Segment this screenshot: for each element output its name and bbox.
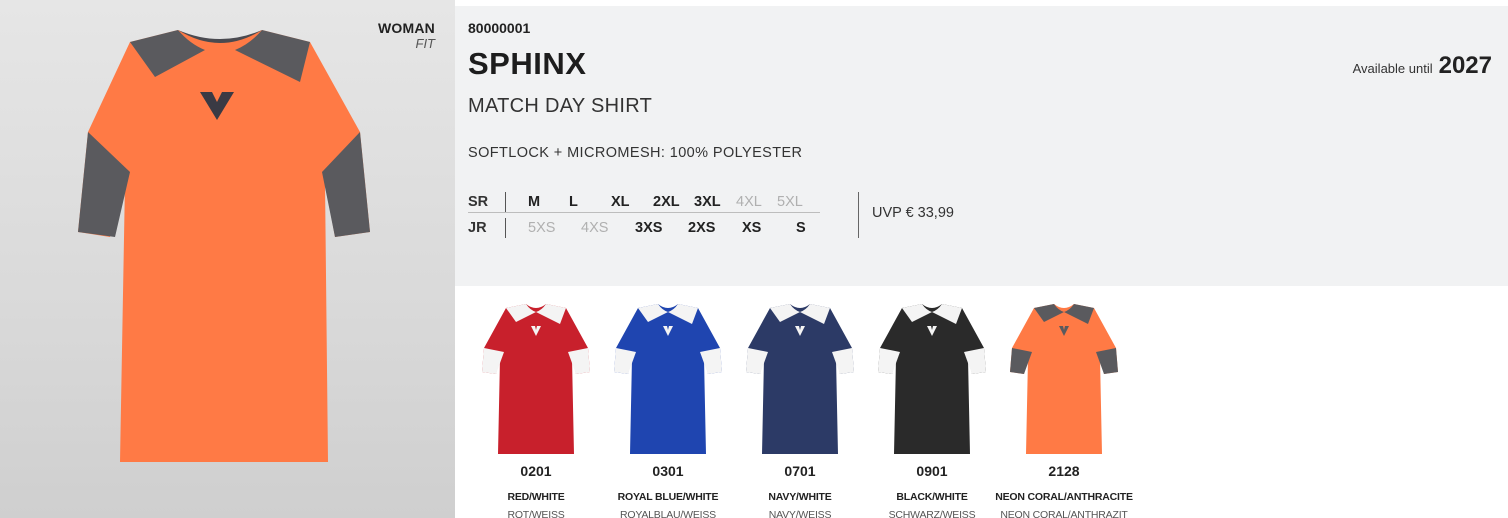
- variant-0701[interactable]: 0701 NAVY/WHITE NAVY/WEISS: [734, 300, 866, 518]
- shirt-body: [746, 304, 854, 454]
- size-sr-0: M: [528, 194, 541, 210]
- size-category-jr: JR: [468, 220, 487, 236]
- price-divider: [858, 192, 859, 238]
- variant-0301[interactable]: 0301 ROYAL BLUE/WHITE ROYALBLAU/WEISS: [602, 300, 734, 518]
- variant-shirt-image: [614, 304, 722, 454]
- variant-code: 0901: [916, 463, 948, 479]
- product-subtitle: MATCH DAY SHIRT: [468, 95, 653, 117]
- variant-code: 2128: [1048, 463, 1080, 479]
- product-code: 80000001: [468, 20, 531, 36]
- size-row-junior: JR 5XS 4XS 3XS 2XS XS S: [468, 218, 820, 240]
- color-variants: 0201 RED/WHITE ROT/WEISS 0301 ROYAL BLUE…: [470, 300, 1133, 518]
- hero-shirt-image: [78, 30, 370, 462]
- size-sr-2: XL: [611, 194, 630, 210]
- variant-shirt-image: [746, 304, 854, 454]
- variant-0201[interactable]: 0201 RED/WHITE ROT/WEISS: [470, 300, 602, 518]
- size-jr-5: S: [796, 220, 806, 236]
- fit-label: WOMAN FIT: [378, 20, 435, 51]
- size-jr-0: 5XS: [528, 220, 556, 236]
- variant-code: 0701: [784, 463, 816, 479]
- hero-image-panel: WOMAN FIT: [0, 0, 455, 518]
- variant-color-name: NAVY/WHITE: [768, 491, 832, 503]
- size-jr-1: 4XS: [581, 220, 609, 236]
- variant-2128[interactable]: 2128 NEON CORAL/ANTHRACITE NEON CORAL/AN…: [995, 300, 1133, 518]
- shirt-body: [878, 304, 986, 454]
- variant-shirt-image: [482, 304, 590, 454]
- product-name: SPHINX: [468, 46, 587, 81]
- size-row-senior: SR M L XL 2XL 3XL 4XL 5XL: [468, 192, 820, 214]
- size-jr-3: 2XS: [688, 220, 716, 236]
- variant-code: 0301: [652, 463, 684, 479]
- size-sr-3: 2XL: [653, 194, 680, 210]
- size-jr-2: 3XS: [635, 220, 663, 236]
- size-sr-5: 4XL: [736, 194, 762, 210]
- variant-color-name-de: SCHWARZ/WEISS: [888, 509, 976, 518]
- product-info-panel: 80000001 SPHINX MATCH DAY SHIRT SOFTLOCK…: [455, 6, 1508, 286]
- fit-title: WOMAN: [378, 20, 435, 36]
- size-sr-4: 3XL: [694, 194, 721, 210]
- shirt-body: [1010, 304, 1118, 454]
- variant-color-name: ROYAL BLUE/WHITE: [617, 491, 719, 503]
- size-category-sr: SR: [468, 194, 489, 210]
- variant-color-name: NEON CORAL/ANTHRACITE: [995, 491, 1133, 503]
- product-material: SOFTLOCK + MICROMESH: 100% POLYESTER: [468, 145, 803, 161]
- variant-0901[interactable]: 0901 BLACK/WHITE SCHWARZ/WEISS: [866, 300, 998, 518]
- shirt-body: [614, 304, 722, 454]
- size-table: SR M L XL 2XL 3XL 4XL 5XL JR 5XS 4XS 3XS…: [468, 192, 820, 240]
- variant-color-name-de: NAVY/WEISS: [768, 509, 832, 518]
- availability: Available until 2027: [1353, 52, 1492, 80]
- size-sr-6: 5XL: [777, 194, 803, 210]
- size-jr-4: XS: [742, 220, 762, 236]
- size-sr-1: L: [569, 194, 578, 210]
- shirt-body: [482, 304, 590, 454]
- variant-color-name-de: ROT/WEISS: [507, 509, 565, 518]
- variant-color-name-de: ROYALBLAU/WEISS: [619, 509, 716, 518]
- variant-color-name: BLACK/WHITE: [896, 491, 968, 503]
- fit-subtitle: FIT: [415, 36, 436, 51]
- variant-code: 0201: [520, 463, 552, 479]
- variant-color-name: RED/WHITE: [507, 491, 565, 503]
- variant-color-name-de: NEON CORAL/ANTHRAZIT: [1000, 509, 1128, 518]
- availability-year: 2027: [1438, 52, 1492, 79]
- availability-label: Available until: [1352, 61, 1433, 76]
- variant-shirt-image: [1010, 304, 1118, 454]
- variant-shirt-image: [878, 304, 986, 454]
- price: UVP € 33,99: [872, 205, 954, 221]
